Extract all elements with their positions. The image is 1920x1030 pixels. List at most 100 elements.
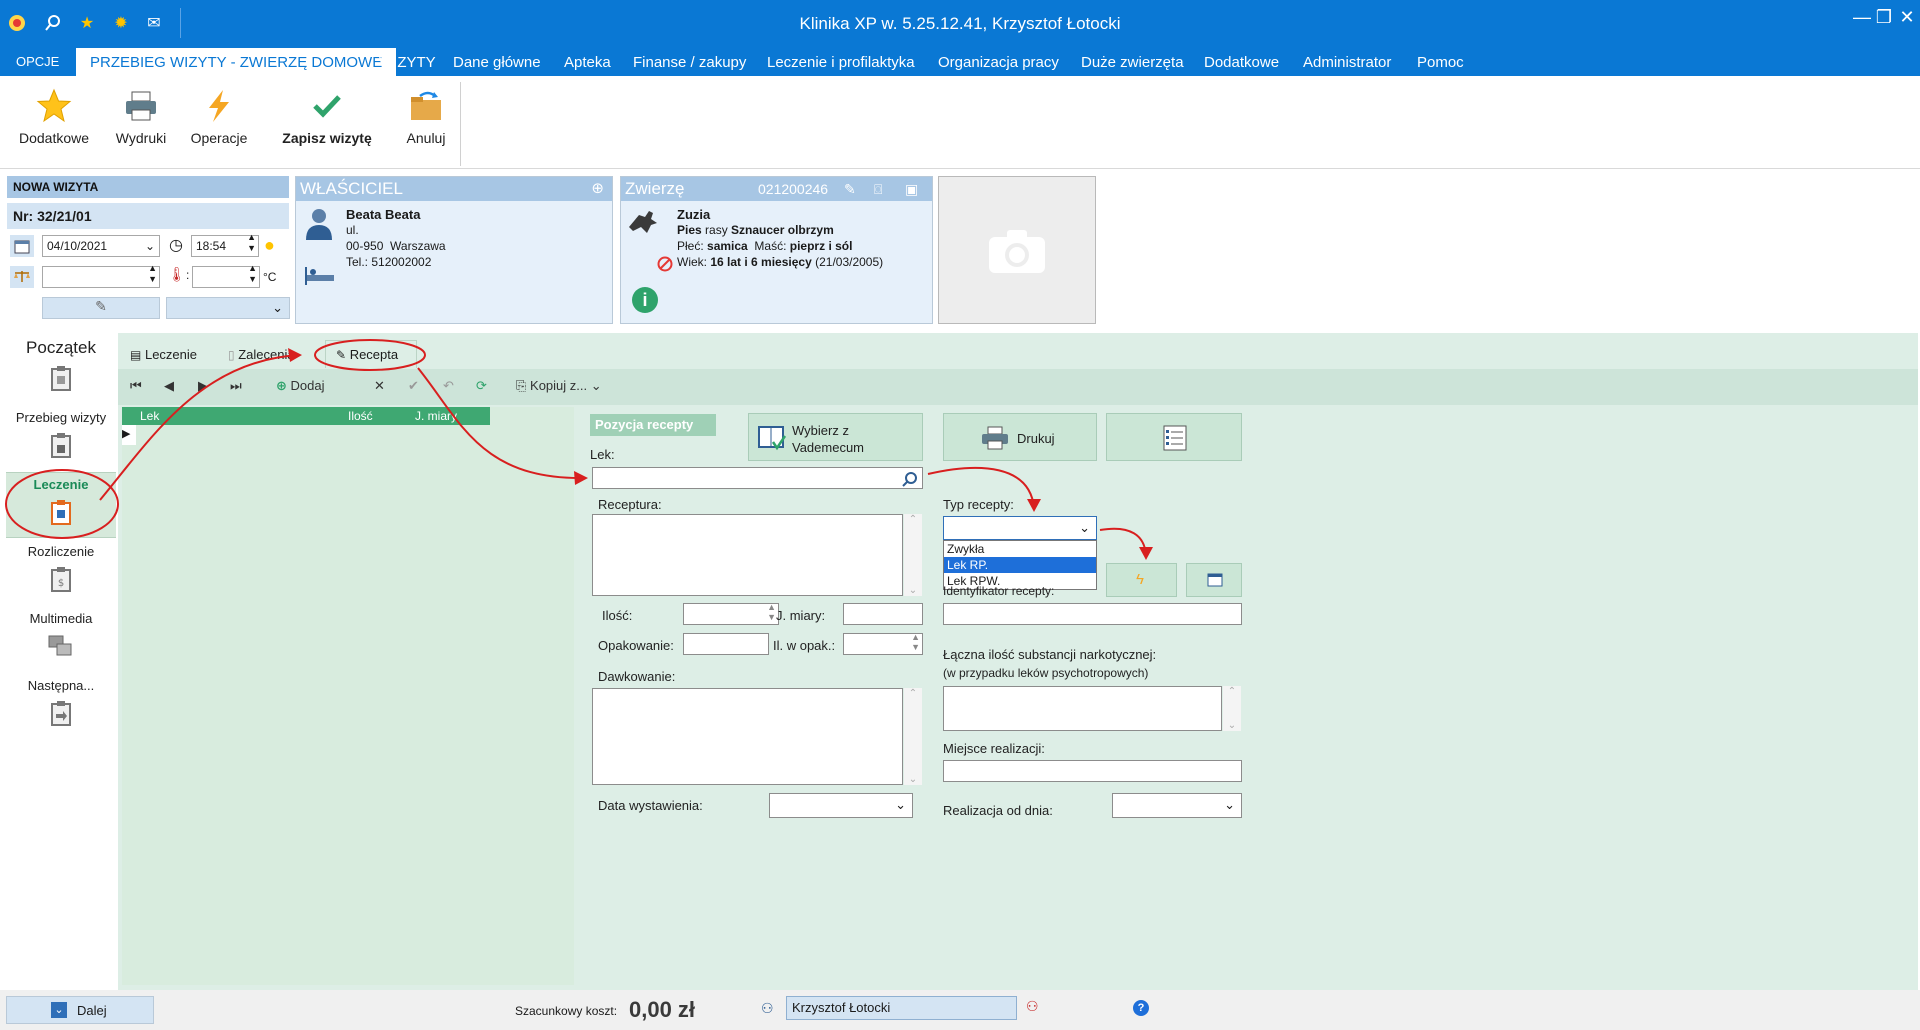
tab-leczenie[interactable]: ▤ Leczenie xyxy=(130,347,197,362)
menu-opcje[interactable]: OPCJE xyxy=(8,52,67,71)
menu-pomoc[interactable]: Pomoc xyxy=(1417,54,1464,71)
nav-rozliczenie[interactable]: Rozliczenie $ xyxy=(6,544,116,596)
generate-id-button[interactable]: ϟ xyxy=(1106,563,1177,597)
menu-finanse[interactable]: Finanse / zakupy xyxy=(633,54,746,71)
image-icon[interactable]: ▣ xyxy=(905,177,918,201)
lek-search-input[interactable] xyxy=(592,467,923,489)
typ-recepty-dropdown[interactable]: ⌄ xyxy=(943,516,1097,540)
operacje-button[interactable]: Operacje xyxy=(186,84,252,146)
menu-dodatkowe[interactable]: Dodatkowe xyxy=(1204,54,1279,71)
row-selector[interactable]: ▶ xyxy=(122,425,136,445)
current-user-field[interactable]: Krzysztof Łotocki xyxy=(786,996,1017,1020)
il-w-opak-label: Il. w opak.: xyxy=(773,638,836,653)
menu-administrator[interactable]: Administrator xyxy=(1303,54,1391,71)
scroll-up-icon[interactable]: ⌃ xyxy=(1223,686,1241,697)
menu-organizacja-pracy[interactable]: Organizacja pracy xyxy=(938,54,1059,71)
clipboard-medical-icon xyxy=(51,500,71,525)
nav-nastepna[interactable]: Następna... xyxy=(6,678,116,730)
opakowanie-input[interactable] xyxy=(683,633,769,655)
receptura-scrollbar[interactable]: ⌃ ⌄ xyxy=(904,514,922,596)
scroll-down-icon[interactable]: ⌄ xyxy=(1223,720,1241,731)
prescription-items-list[interactable] xyxy=(122,407,574,985)
visit-type-dropdown[interactable]: ⌄ xyxy=(166,297,290,319)
jmiary-input[interactable] xyxy=(843,603,923,625)
help-icon[interactable]: ? xyxy=(1133,1000,1149,1016)
drukuj-button[interactable]: Drukuj xyxy=(943,413,1097,461)
ilosc-spinner-icon[interactable]: ▲ ▼ xyxy=(767,602,776,622)
tab-recepta[interactable]: ✎ Recepta xyxy=(325,340,417,368)
copy-from-button[interactable]: ⎘ Kopiuj z... ⌄ xyxy=(516,378,602,394)
weight-field[interactable]: ▲ ▼ xyxy=(42,263,160,288)
dawkowanie-textarea[interactable] xyxy=(592,688,903,785)
visit-time-field[interactable]: 18:54 ▲ ▼ xyxy=(191,232,259,257)
weight-spinner-icon[interactable]: ▲ ▼ xyxy=(148,263,157,285)
receptura-textarea[interactable] xyxy=(592,514,903,596)
il-w-opak-input[interactable]: ▲ ▼ xyxy=(843,632,923,655)
menu-dane-glowne[interactable]: Dane główne xyxy=(453,54,541,71)
dodatkowe-button[interactable]: Dodatkowe xyxy=(18,84,90,146)
scroll-up-icon[interactable]: ⌃ xyxy=(904,688,922,699)
animal-photo-placeholder[interactable] xyxy=(938,176,1096,324)
delete-icon[interactable]: ✕ xyxy=(374,378,385,394)
menu-duze-zwierzeta[interactable]: Duże zwierzęta xyxy=(1081,54,1184,71)
previous-record-icon[interactable]: ◀ xyxy=(164,378,174,394)
scroll-down-icon[interactable]: ⌄ xyxy=(904,585,922,596)
typ-option-zwykla[interactable]: Zwykła xyxy=(944,541,1096,557)
refresh-icon[interactable]: ⟳ xyxy=(476,378,487,394)
weight-scale-icon[interactable] xyxy=(10,266,34,288)
typ-option-lek-rp[interactable]: Lek RP. xyxy=(944,557,1096,573)
last-record-icon[interactable]: ⏭ xyxy=(230,378,242,394)
calendar-icon[interactable] xyxy=(10,235,34,257)
wydruki-button[interactable]: Wydruki xyxy=(108,84,174,146)
edit-note-button[interactable]: ✎ xyxy=(42,297,160,319)
tab-zalecenia[interactable]: ▯ Zalecenia xyxy=(228,347,295,362)
visit-date-field[interactable]: 04/10/2021 ⌄ xyxy=(42,235,160,257)
search-icon[interactable] xyxy=(902,471,918,487)
undo-icon[interactable]: ↶ xyxy=(443,378,454,394)
scroll-up-icon[interactable]: ⌃ xyxy=(904,514,922,525)
close-icon[interactable]: ✕ xyxy=(1893,6,1920,28)
next-record-icon[interactable]: ▶ xyxy=(198,378,208,394)
nav-leczenie[interactable]: Leczenie xyxy=(6,472,116,538)
temp-spinner-icon[interactable]: ▲ ▼ xyxy=(248,263,257,285)
add-button[interactable]: ⊕ Dodaj xyxy=(276,378,325,394)
time-spinner-icon[interactable]: ▲ ▼ xyxy=(247,232,256,254)
nav-multimedia[interactable]: Multimedia xyxy=(6,611,116,663)
nav-poczatek[interactable]: Początek xyxy=(6,338,116,397)
identyfikator-input[interactable] xyxy=(943,603,1242,625)
il-w-opak-spinner-icon[interactable]: ▲ ▼ xyxy=(911,632,920,652)
zapisz-wizyte-button[interactable]: Zapisz wizytę xyxy=(272,84,382,146)
switch-user-icon[interactable]: ⚇ xyxy=(1026,998,1039,1015)
column-ilosc[interactable]: Ilość xyxy=(348,409,373,423)
temperature-field[interactable]: ▲ ▼ xyxy=(192,263,260,288)
checklist-button[interactable] xyxy=(1106,413,1242,461)
chevron-down-icon[interactable]: ⌄ xyxy=(145,236,155,256)
dawkowanie-scrollbar[interactable]: ⌃ ⌄ xyxy=(904,688,922,785)
realizacja-od-dropdown[interactable]: ⌄ xyxy=(1112,793,1242,818)
info-icon[interactable]: i xyxy=(632,287,658,313)
chevron-down-icon: ⌄ xyxy=(272,300,283,315)
miejsce-realizacji-input[interactable] xyxy=(943,760,1242,782)
menu-wizyty[interactable]: WIZYTY xyxy=(379,54,436,71)
data-wystawienia-dropdown[interactable]: ⌄ xyxy=(769,793,913,818)
laczna-ilosc-textarea[interactable] xyxy=(943,686,1222,731)
ilosc-input[interactable]: ▲ ▼ xyxy=(683,602,779,625)
column-jmiary[interactable]: J. miary xyxy=(415,409,457,423)
menu-leczenie-profilaktyka[interactable]: Leczenie i profilaktyka xyxy=(767,54,915,71)
vademecum-button[interactable]: Wybierz z Vademecum xyxy=(748,413,923,461)
user-icon: ⚇ xyxy=(761,1000,774,1016)
lifebuoy-icon[interactable]: ⊕ xyxy=(591,177,604,201)
column-lek[interactable]: Lek xyxy=(140,409,159,423)
camera-icon[interactable]: ⌼ xyxy=(874,177,882,201)
dalej-button[interactable]: ⌄ Dalej xyxy=(6,996,154,1024)
laczna-ilosc-scrollbar[interactable]: ⌃ ⌄ xyxy=(1223,686,1241,731)
accept-icon[interactable]: ✔ xyxy=(408,378,419,394)
anuluj-button[interactable]: Anuluj xyxy=(398,84,454,146)
nav-przebieg-wizyty[interactable]: Przebieg wizyty xyxy=(6,410,116,462)
first-record-icon[interactable]: ⏮ xyxy=(130,378,142,394)
menu-apteka[interactable]: Apteka xyxy=(564,54,611,71)
window-button[interactable] xyxy=(1186,563,1242,597)
scroll-down-icon[interactable]: ⌄ xyxy=(904,774,922,785)
pencil-icon[interactable]: ✎ xyxy=(844,177,856,201)
menu-przebieg-wizyty[interactable]: PRZEBIEG WIZYTY - ZWIERZĘ DOMOWE xyxy=(76,48,397,76)
